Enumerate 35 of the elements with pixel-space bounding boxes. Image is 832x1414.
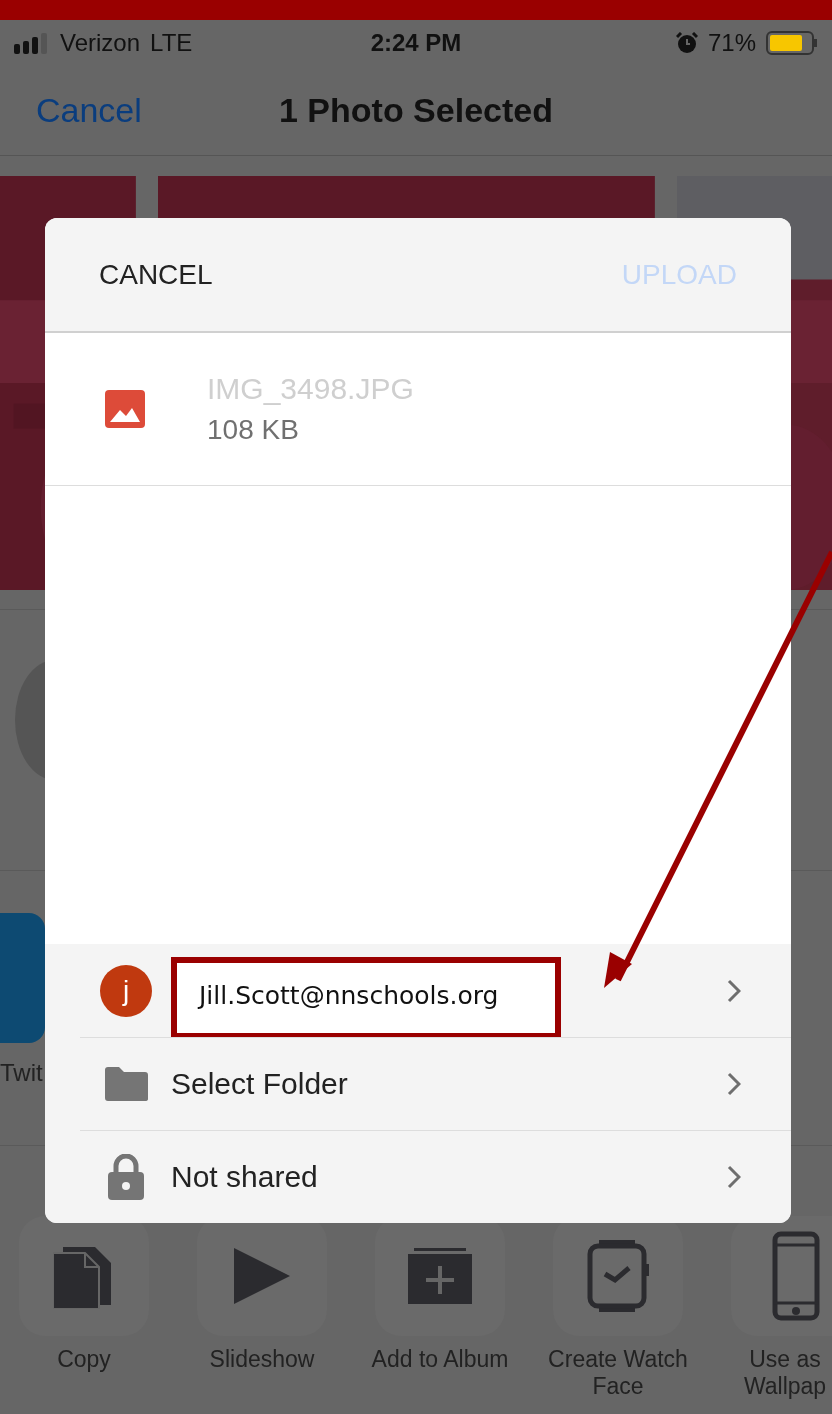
status-time: 2:24 PM <box>370 28 462 56</box>
chevron-icon <box>727 1071 741 1096</box>
option-row[interactable]: Not shared <box>45 1130 791 1223</box>
action-label: Add to Album <box>370 1346 510 1373</box>
carrier-name: Verizon <box>60 28 141 57</box>
action-label: Slideshow <box>208 1346 316 1373</box>
alarm-icon <box>675 31 698 54</box>
action-label: Create Watch Face <box>548 1346 688 1400</box>
battery-percent: 71% <box>707 28 756 57</box>
app-label: Twit <box>0 1059 43 1087</box>
chevron-icon <box>727 978 741 1003</box>
battery-icon <box>766 30 818 55</box>
account-email: Jill.Scott@nnschools.org <box>171 956 561 1039</box>
action-label: Use as Wallpap <box>742 1346 828 1400</box>
option-row[interactable]: Select Folder <box>45 1037 791 1130</box>
chevron-icon <box>727 1164 741 1189</box>
add-album-icon <box>408 1248 472 1304</box>
account-avatar: j <box>100 964 152 1017</box>
cancel-button[interactable]: CANCEL <box>99 258 213 291</box>
nav-title: 1 Photo Selected <box>279 90 553 129</box>
file-size: 108 KB <box>207 414 300 446</box>
folder-icon <box>103 1065 149 1102</box>
option-label: Not shared <box>171 1159 319 1194</box>
option-label: Select Folder <box>171 1066 349 1101</box>
lock-icon <box>107 1153 145 1200</box>
action-label: Copy <box>56 1346 112 1373</box>
action-tile[interactable] <box>19 1216 149 1336</box>
image-icon <box>105 390 145 428</box>
phone-icon <box>772 1231 820 1321</box>
action-tile[interactable] <box>731 1216 832 1336</box>
signal-icon <box>14 31 50 54</box>
play-icon <box>232 1246 292 1306</box>
watch-icon <box>587 1240 649 1312</box>
network-type: LTE <box>150 28 193 57</box>
account-row[interactable]: j Jill.Scott@nnschools.org <box>45 944 791 1037</box>
